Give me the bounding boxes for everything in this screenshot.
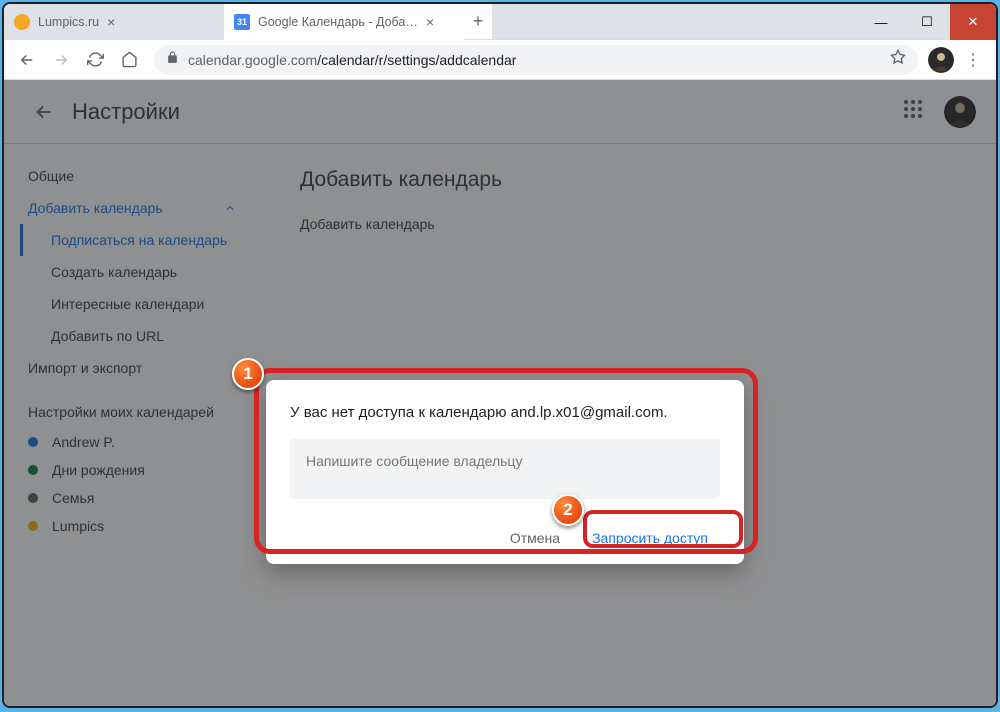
maximize-button[interactable]: ☐ (904, 4, 950, 40)
cancel-button[interactable]: Отмена (498, 522, 572, 554)
tab-title: Google Календарь - Добавить к (258, 15, 418, 29)
window-controls: — ☐ ✕ (858, 4, 996, 39)
address-bar[interactable]: calendar.google.com/calendar/r/settings/… (154, 45, 918, 75)
browser-tabstrip: Lumpics.ru × 31 Google Календарь - Добав… (4, 4, 996, 40)
reload-button[interactable] (80, 45, 110, 75)
favicon-lumpics (14, 14, 30, 30)
bookmark-icon[interactable] (890, 49, 906, 70)
back-button[interactable] (12, 45, 42, 75)
request-access-dialog: У вас нет доступа к календарю and.lp.x01… (266, 380, 744, 564)
browser-toolbar: calendar.google.com/calendar/r/settings/… (4, 40, 996, 80)
home-button[interactable] (114, 45, 144, 75)
forward-button[interactable] (46, 45, 76, 75)
tab-title: Lumpics.ru (38, 15, 99, 29)
page-content: Настройки Общие Добавить календарь Подпи… (4, 80, 996, 706)
profile-avatar[interactable] (928, 47, 954, 73)
close-icon[interactable]: × (107, 14, 115, 30)
browser-menu-icon[interactable]: ⋮ (958, 50, 988, 70)
request-access-button[interactable]: Запросить доступ (580, 522, 720, 554)
tab-lumpics[interactable]: Lumpics.ru × (4, 4, 224, 40)
dialog-title: У вас нет доступа к календарю and.lp.x01… (290, 404, 720, 421)
favicon-gcal: 31 (234, 14, 250, 30)
tab-google-calendar[interactable]: 31 Google Календарь - Добавить к × (224, 4, 464, 40)
url-text: calendar.google.com/calendar/r/settings/… (188, 52, 882, 68)
owner-message-input[interactable] (290, 439, 720, 499)
lock-icon (166, 51, 180, 69)
close-icon[interactable]: × (426, 14, 434, 30)
minimize-button[interactable]: — (858, 4, 904, 40)
new-tab-button[interactable]: + (464, 4, 492, 39)
close-window-button[interactable]: ✕ (950, 4, 996, 40)
